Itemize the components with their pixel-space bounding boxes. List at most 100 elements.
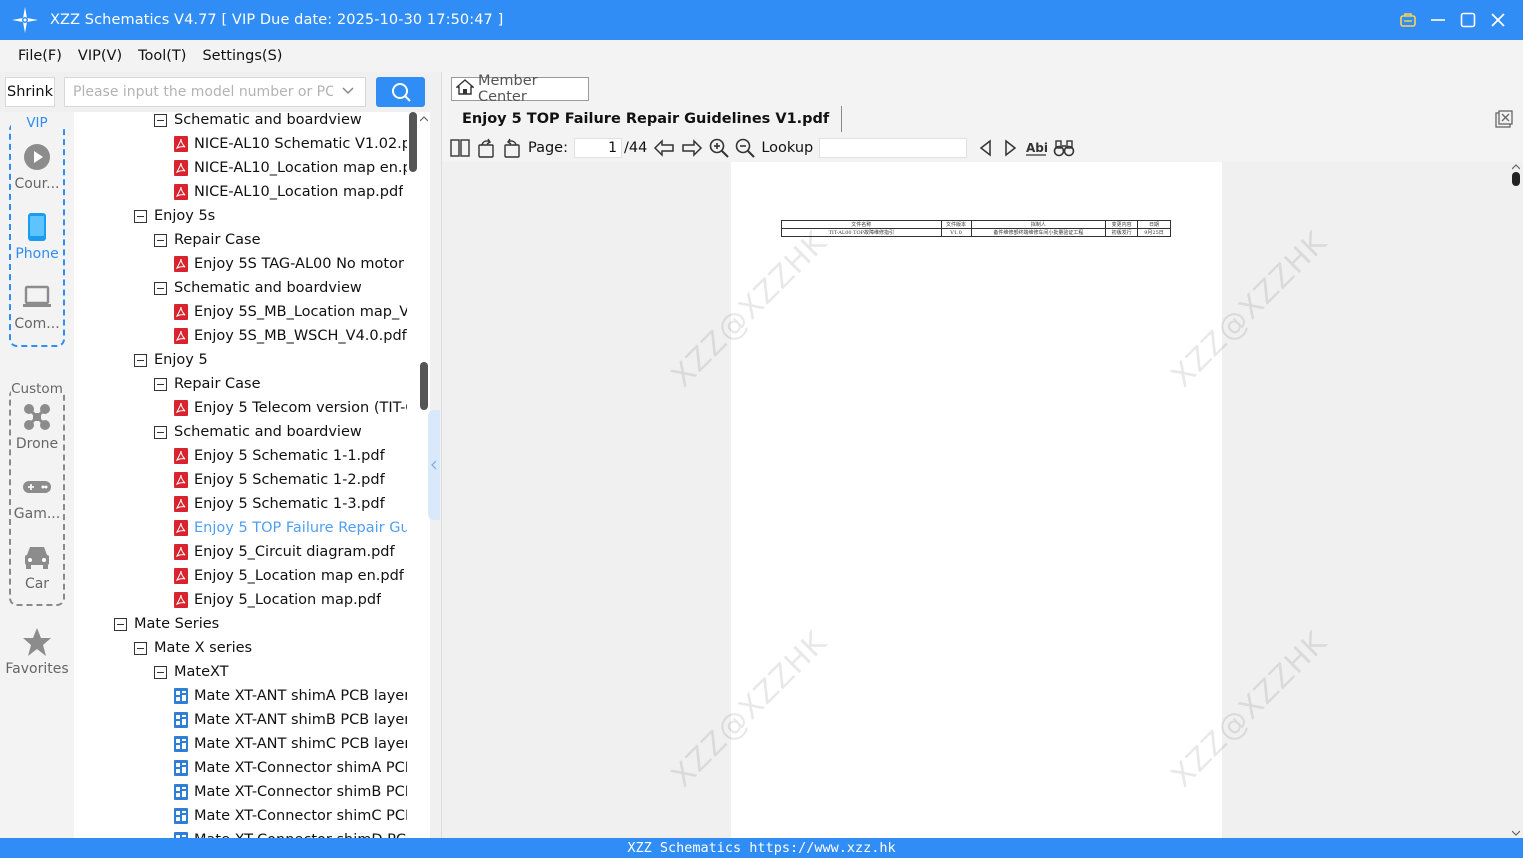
tree-folder[interactable]: Mate Series [114, 612, 219, 636]
menu-tool[interactable]: Tool(T) [138, 48, 186, 64]
tree-file[interactable]: Enjoy 5_Circuit diagram.pdf [174, 540, 395, 564]
category-label: Cour... [14, 176, 60, 192]
tree-file[interactable]: Enjoy 5 Schematic 1-2.pdf [174, 468, 385, 492]
model-tree[interactable]: Schematic and boardview NICE-AL10 Schemat… [74, 112, 430, 838]
tree-hscroll-thumb[interactable] [409, 112, 417, 172]
tree-file[interactable]: NICE-AL10 Schematic V1.02.pdf [174, 132, 407, 156]
pdf-scroll-thumb[interactable] [1512, 172, 1520, 186]
tree-scroll-thumb[interactable] [420, 362, 428, 410]
minimize-button[interactable] [1423, 5, 1453, 35]
tree-folder[interactable]: Schematic and boardview [154, 420, 362, 444]
tree-file[interactable]: Enjoy 5S_MB_WSCH_V4.0.pdf [174, 324, 407, 348]
collapse-toggle-icon[interactable] [134, 641, 147, 655]
tree-file[interactable]: NICE-AL10_Location map.pdf [174, 180, 403, 204]
match-case-icon[interactable]: Abi [1025, 136, 1047, 160]
tree-item-label: Enjoy 5 Schematic 1-2.pdf [194, 472, 385, 488]
close-button[interactable] [1483, 5, 1513, 35]
zoom-out-icon[interactable] [735, 136, 756, 160]
tree-file[interactable]: NICE-AL10_Location map en.pd [174, 156, 407, 180]
tree-item-label: NICE-AL10_Location map.pdf [194, 184, 404, 200]
category-phone[interactable]: Phone [0, 212, 74, 262]
tree-file[interactable]: Enjoy 5_Location map.pdf [174, 588, 381, 612]
tree-folder[interactable]: MateXT [154, 660, 229, 684]
shrink-button[interactable]: Shrink [5, 77, 55, 107]
pdf-scrollbar[interactable] [1510, 162, 1522, 838]
search-input[interactable] [73, 79, 333, 105]
maximize-button[interactable] [1453, 5, 1483, 35]
previous-page-arrow-icon[interactable] [653, 136, 675, 160]
collapse-toggle-icon[interactable] [154, 425, 167, 439]
tree-folder[interactable]: Repair Case [154, 372, 261, 396]
tree-folder[interactable]: Schematic and boardview [154, 276, 362, 300]
category-computer[interactable]: Com... [0, 282, 74, 332]
tree-file[interactable]: Mate XT-Connector shimA PCB [174, 756, 407, 780]
collapse-toggle-icon[interactable] [154, 113, 167, 127]
tree-file[interactable]: Mate XT-ANT shimC PCB layer.p [174, 732, 407, 756]
menu-file[interactable]: File(F) [18, 48, 62, 64]
category-car[interactable]: Car [0, 542, 74, 592]
page-number-input[interactable]: 1 [574, 138, 622, 158]
category-label: Car [24, 576, 50, 592]
tree-file[interactable]: Enjoy 5S_MB_Location map_V3. [174, 300, 407, 324]
panel-collapse-handle[interactable] [428, 410, 440, 520]
tree-folder[interactable]: Mate X series [134, 636, 252, 660]
find-next-icon[interactable] [1001, 136, 1019, 160]
table-cell: 9月25日 [1137, 228, 1171, 237]
tree-file[interactable]: Enjoy 5 TOP Failure Repair Guid [174, 516, 407, 540]
pdf-file-icon [174, 544, 188, 560]
tree-file[interactable]: Mate XT-Connector shimC PCB [174, 804, 407, 828]
lookup-input[interactable] [819, 138, 968, 158]
window-title: XZZ Schematics V4.77 [ VIP Due date: 202… [50, 12, 504, 28]
category-game[interactable]: Gam... [0, 472, 74, 522]
tree-folder[interactable]: Repair Case [154, 228, 261, 252]
tree-file[interactable]: Enjoy 5 Telecom version (TIT-CL [174, 396, 407, 420]
collapse-toggle-icon[interactable] [154, 233, 167, 247]
tree-folder[interactable]: Schematic and boardview [154, 112, 362, 132]
pdf-file-icon [174, 160, 188, 176]
model-search-combobox[interactable] [64, 77, 366, 107]
collapse-toggle-icon[interactable] [134, 209, 147, 223]
tree-item-label: Enjoy 5_Circuit diagram.pdf [194, 544, 395, 560]
collapse-toggle-icon[interactable] [114, 617, 127, 631]
tree-file[interactable]: Enjoy 5S TAG-AL00 No motor vi [174, 252, 407, 276]
table-header-cell: 变更内容 [1105, 220, 1139, 229]
zoom-in-icon[interactable] [709, 136, 730, 160]
menu-settings[interactable]: Settings(S) [202, 48, 282, 64]
tree-file[interactable]: Mate XT-Connector shimB PCB [174, 780, 407, 804]
tree-item-label: Enjoy 5 [154, 352, 208, 368]
collapse-toggle-icon[interactable] [134, 353, 147, 367]
tab-document[interactable]: Enjoy 5 TOP Failure Repair Guidelines V1… [452, 106, 843, 132]
tree-file[interactable]: Mate XT-ANT shimA PCB layer.p [174, 684, 407, 708]
close-tab-icon[interactable] [1495, 110, 1513, 132]
member-center-button[interactable]: Member Center [451, 73, 589, 105]
tree-file[interactable]: Enjoy 5 Schematic 1-1.pdf [174, 444, 385, 468]
vip-bag-icon[interactable] [1393, 5, 1423, 35]
next-page-arrow-icon[interactable] [681, 136, 703, 160]
tree-folder[interactable]: Enjoy 5 [134, 348, 208, 372]
collapse-toggle-icon[interactable] [154, 377, 167, 391]
rotate-left-icon[interactable] [476, 136, 496, 160]
pcb-file-icon [174, 712, 188, 728]
pdf-file-icon [174, 568, 188, 584]
pdf-canvas[interactable]: 文件名称 文件版本 拟制人 变更内容 日期 TIT-AL00 TOP故障维修指引… [442, 162, 1523, 838]
category-drone[interactable]: Drone [0, 402, 74, 452]
category-favorites[interactable]: Favorites [0, 627, 74, 677]
find-previous-icon[interactable] [977, 136, 995, 160]
binoculars-icon[interactable] [1053, 136, 1075, 160]
collapse-toggle-icon[interactable] [154, 665, 167, 679]
home-icon [455, 79, 475, 99]
tree-file[interactable]: Mate XT-Connector shimD PCB [174, 828, 407, 838]
collapse-toggle-icon[interactable] [154, 281, 167, 295]
two-page-view-icon[interactable] [450, 136, 470, 160]
table-header-cell: 拟制人 [970, 220, 1107, 229]
tree-file[interactable]: Enjoy 5_Location map en.pdf [174, 564, 404, 588]
tree-item-label: Mate XT-ANT shimC PCB layer.p [194, 736, 407, 752]
search-button[interactable] [376, 77, 425, 107]
tree-file[interactable]: Mate XT-ANT shimB PCB layer.p [174, 708, 407, 732]
chevron-down-icon[interactable] [341, 84, 355, 102]
tree-folder[interactable]: Enjoy 5s [134, 204, 215, 228]
menu-vip[interactable]: VIP(V) [78, 48, 122, 64]
tree-file[interactable]: Enjoy 5 Schematic 1-3.pdf [174, 492, 385, 516]
category-courses[interactable]: Cour... [0, 142, 74, 192]
rotate-right-icon[interactable] [502, 136, 522, 160]
